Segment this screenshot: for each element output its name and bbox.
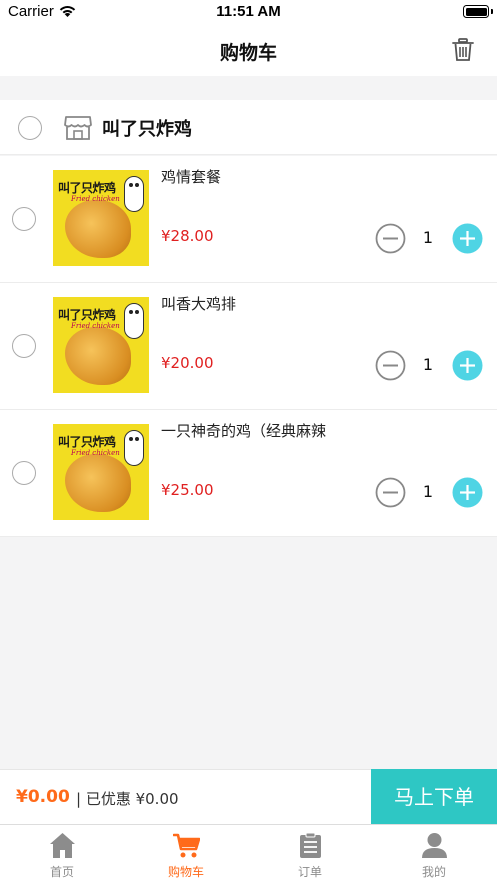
- tab-label: 购物车: [167, 865, 204, 879]
- tab-bar: 首页 购物车 订单 我的: [0, 824, 497, 883]
- thumb-title: 叫了只炸鸡: [58, 181, 116, 195]
- checkout-bar: ¥0.00 | 已优惠 ¥0.00 马上下单: [0, 769, 497, 825]
- nav-bar: 购物车: [0, 26, 497, 76]
- item-name[interactable]: 叫香大鸡排: [161, 293, 236, 314]
- cart-item: 叫了只炸鸡 Fried chicken 鸡情套餐 ¥28.00 1: [0, 156, 497, 283]
- fried-chicken-graphic: [65, 200, 131, 258]
- product-image[interactable]: 叫了只炸鸡 Fried chicken: [53, 170, 149, 266]
- fried-chicken-graphic: [65, 327, 131, 385]
- item-price: ¥28.00: [161, 227, 214, 245]
- trash-icon[interactable]: [452, 38, 474, 62]
- tab-label: 订单: [297, 865, 322, 879]
- item-select-checkbox[interactable]: [12, 461, 36, 485]
- tab-profile[interactable]: 我的: [372, 825, 496, 883]
- fried-chicken-graphic: [65, 454, 131, 512]
- item-select-checkbox[interactable]: [12, 334, 36, 358]
- item-name[interactable]: 鸡情套餐: [161, 166, 221, 187]
- product-image[interactable]: 叫了只炸鸡 Fried chicken: [53, 424, 149, 520]
- discount-label: | 已优惠 ¥0.00: [76, 790, 179, 808]
- shop-name: 叫了只炸鸡: [102, 119, 192, 140]
- tab-label: 首页: [49, 865, 74, 879]
- quantity-value: 1: [422, 355, 434, 374]
- clipboard-icon: [300, 832, 321, 858]
- page-title: 购物车: [219, 42, 277, 64]
- thumb-title: 叫了只炸鸡: [58, 435, 116, 449]
- tab-label: 我的: [421, 865, 446, 879]
- tab-orders[interactable]: 订单: [248, 825, 372, 883]
- increase-quantity-button[interactable]: [452, 477, 483, 508]
- thumb-subtitle: Fried chicken: [71, 195, 120, 203]
- decrease-quantity-button[interactable]: [375, 350, 406, 381]
- tab-home[interactable]: 首页: [0, 825, 124, 883]
- quantity-value: 1: [422, 482, 434, 501]
- item-price: ¥25.00: [161, 481, 214, 499]
- status-time: 11:51 AM: [216, 3, 281, 20]
- mascot-icon: [124, 176, 144, 212]
- item-name[interactable]: 一只神奇的鸡（经典麻辣: [161, 420, 326, 441]
- thumb-title: 叫了只炸鸡: [58, 308, 116, 322]
- increase-quantity-button[interactable]: [452, 350, 483, 381]
- decrease-quantity-button[interactable]: [375, 477, 406, 508]
- shop-select-checkbox[interactable]: [18, 116, 42, 140]
- status-bar: Carrier 11:51 AM: [0, 0, 497, 26]
- home-icon: [50, 833, 75, 858]
- mascot-icon: [124, 430, 144, 466]
- cart-item: 叫了只炸鸡 Fried chicken 叫香大鸡排 ¥20.00 1: [0, 283, 497, 410]
- mascot-icon: [124, 303, 144, 339]
- thumb-subtitle: Fried chicken: [71, 322, 120, 330]
- quantity-value: 1: [422, 228, 434, 247]
- increase-quantity-button[interactable]: [452, 223, 483, 254]
- thumb-subtitle: Fried chicken: [71, 449, 120, 457]
- item-price: ¥20.00: [161, 354, 214, 372]
- battery-icon: [463, 5, 489, 18]
- shop-header: 叫了只炸鸡: [0, 100, 497, 155]
- battery-tip: [491, 9, 493, 14]
- cart-icon: [173, 833, 200, 858]
- cart-item: 叫了只炸鸡 Fried chicken 一只神奇的鸡（经典麻辣 ¥25.00 1: [0, 410, 497, 537]
- user-icon: [422, 833, 447, 858]
- place-order-button[interactable]: 马上下单: [371, 769, 497, 825]
- item-select-checkbox[interactable]: [12, 207, 36, 231]
- decrease-quantity-button[interactable]: [375, 223, 406, 254]
- total-price: ¥0.00: [16, 787, 70, 807]
- tab-cart[interactable]: 购物车: [124, 825, 248, 883]
- product-image[interactable]: 叫了只炸鸡 Fried chicken: [53, 297, 149, 393]
- store-icon: [64, 116, 92, 140]
